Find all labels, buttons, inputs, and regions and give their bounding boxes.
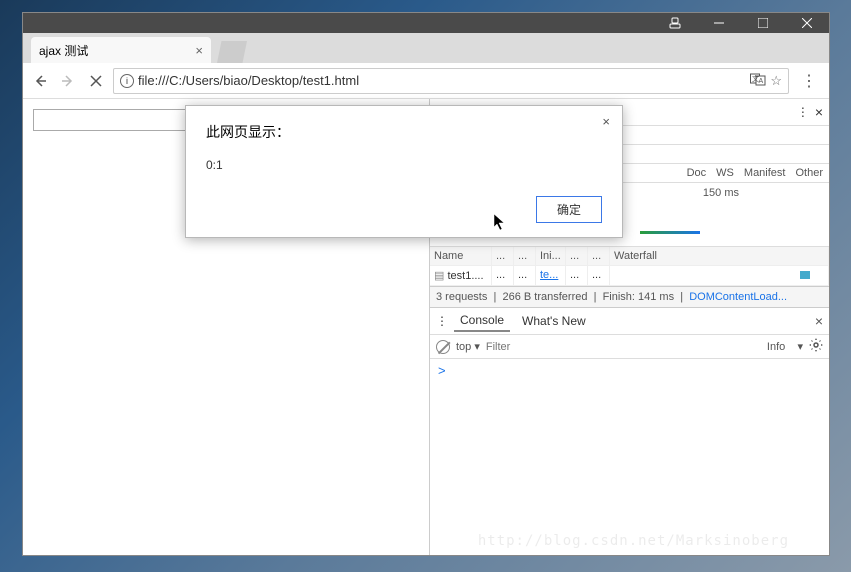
tab-title: ajax 测试	[39, 42, 88, 59]
address-bar: i file:///C:/Users/biao/Desktop/test1.ht…	[23, 63, 829, 99]
timeline-label: 150 ms	[703, 187, 739, 199]
svg-text:A: A	[759, 78, 764, 85]
drawer-close-icon[interactable]: ×	[815, 313, 823, 329]
console-filter-input[interactable]	[486, 341, 596, 353]
context-selector[interactable]: top ▾	[456, 340, 480, 353]
url-text: file:///C:/Users/biao/Desktop/test1.html	[138, 73, 359, 88]
alert-close-icon[interactable]: ×	[602, 114, 610, 129]
network-status-bar: 3 requests | 266 B transferred | Finish:…	[430, 287, 829, 308]
request-name: ▤ test1....	[430, 266, 492, 285]
table-row[interactable]: ▤ test1.... ... ... te... ... ...	[430, 266, 829, 286]
timeline-bar	[640, 231, 700, 234]
browser-window: ajax 测试 × i file:///C:/Users/biao/Deskto…	[22, 12, 830, 556]
col-initiator[interactable]: Ini...	[536, 247, 566, 265]
new-tab-button[interactable]	[217, 41, 247, 63]
watermark-text: http://blog.csdn.net/Marksinoberg	[478, 533, 789, 549]
alert-message: 0:1	[206, 158, 602, 172]
drawer-tabbar: ⋮ Console What's New ×	[430, 308, 829, 335]
filter-doc[interactable]: Doc	[687, 167, 707, 179]
drawer-tab-whatsnew[interactable]: What's New	[516, 311, 592, 331]
console-prompt: >	[438, 363, 446, 378]
alert-title: 此网页显示：	[206, 122, 602, 142]
bookmark-star-icon[interactable]: ☆	[770, 73, 782, 89]
forward-button[interactable]	[57, 70, 79, 92]
filter-manifest[interactable]: Manifest	[744, 167, 786, 179]
tab-strip: ajax 测试 ×	[23, 33, 829, 63]
back-button[interactable]	[29, 70, 51, 92]
log-level-selector[interactable]: Info ▾	[767, 340, 803, 353]
filter-other[interactable]: Other	[795, 167, 823, 179]
drawer-menu-icon[interactable]: ⋮	[436, 314, 448, 328]
js-alert-dialog: × 此网页显示： 0:1 确定	[185, 105, 623, 238]
console-settings-icon[interactable]	[809, 338, 823, 355]
translate-icon[interactable]: 文A	[750, 72, 766, 89]
waterfall-bar	[800, 271, 810, 279]
col-waterfall[interactable]: Waterfall	[610, 247, 829, 265]
alert-ok-button[interactable]: 确定	[536, 196, 602, 223]
account-icon[interactable]	[653, 13, 697, 33]
browser-menu-icon[interactable]: ⋮	[795, 71, 823, 91]
window-titlebar	[23, 13, 829, 33]
filter-ws[interactable]: WS	[716, 167, 734, 179]
drawer-tab-console[interactable]: Console	[454, 310, 510, 332]
devtools-close-icon[interactable]: ×	[815, 104, 823, 120]
devtools-menu-icon[interactable]: ⋮	[797, 105, 809, 119]
col-name[interactable]: Name	[430, 247, 492, 265]
page-text-input[interactable]	[33, 109, 205, 131]
file-icon: ▤	[434, 270, 444, 282]
minimize-button[interactable]	[697, 13, 741, 33]
maximize-button[interactable]	[741, 13, 785, 33]
close-window-button[interactable]	[785, 13, 829, 33]
page-viewport: × 此网页显示： 0:1 确定	[23, 99, 429, 555]
console-toolbar: top ▾ Info ▾	[430, 335, 829, 359]
url-input[interactable]: i file:///C:/Users/biao/Desktop/test1.ht…	[113, 68, 789, 94]
console-body[interactable]: >	[430, 359, 829, 555]
network-table: Name ... ... Ini... ... ... Waterfall ▤ …	[430, 247, 829, 287]
stop-reload-button[interactable]	[85, 70, 107, 92]
site-info-icon[interactable]: i	[120, 74, 134, 88]
clear-console-icon[interactable]	[436, 340, 450, 354]
table-header: Name ... ... Ini... ... ... Waterfall	[430, 247, 829, 266]
content-area: × 此网页显示： 0:1 确定 twork » ⋮ × Preserve log…	[23, 99, 829, 555]
close-tab-icon[interactable]: ×	[195, 43, 203, 58]
browser-tab[interactable]: ajax 测试 ×	[31, 37, 211, 63]
